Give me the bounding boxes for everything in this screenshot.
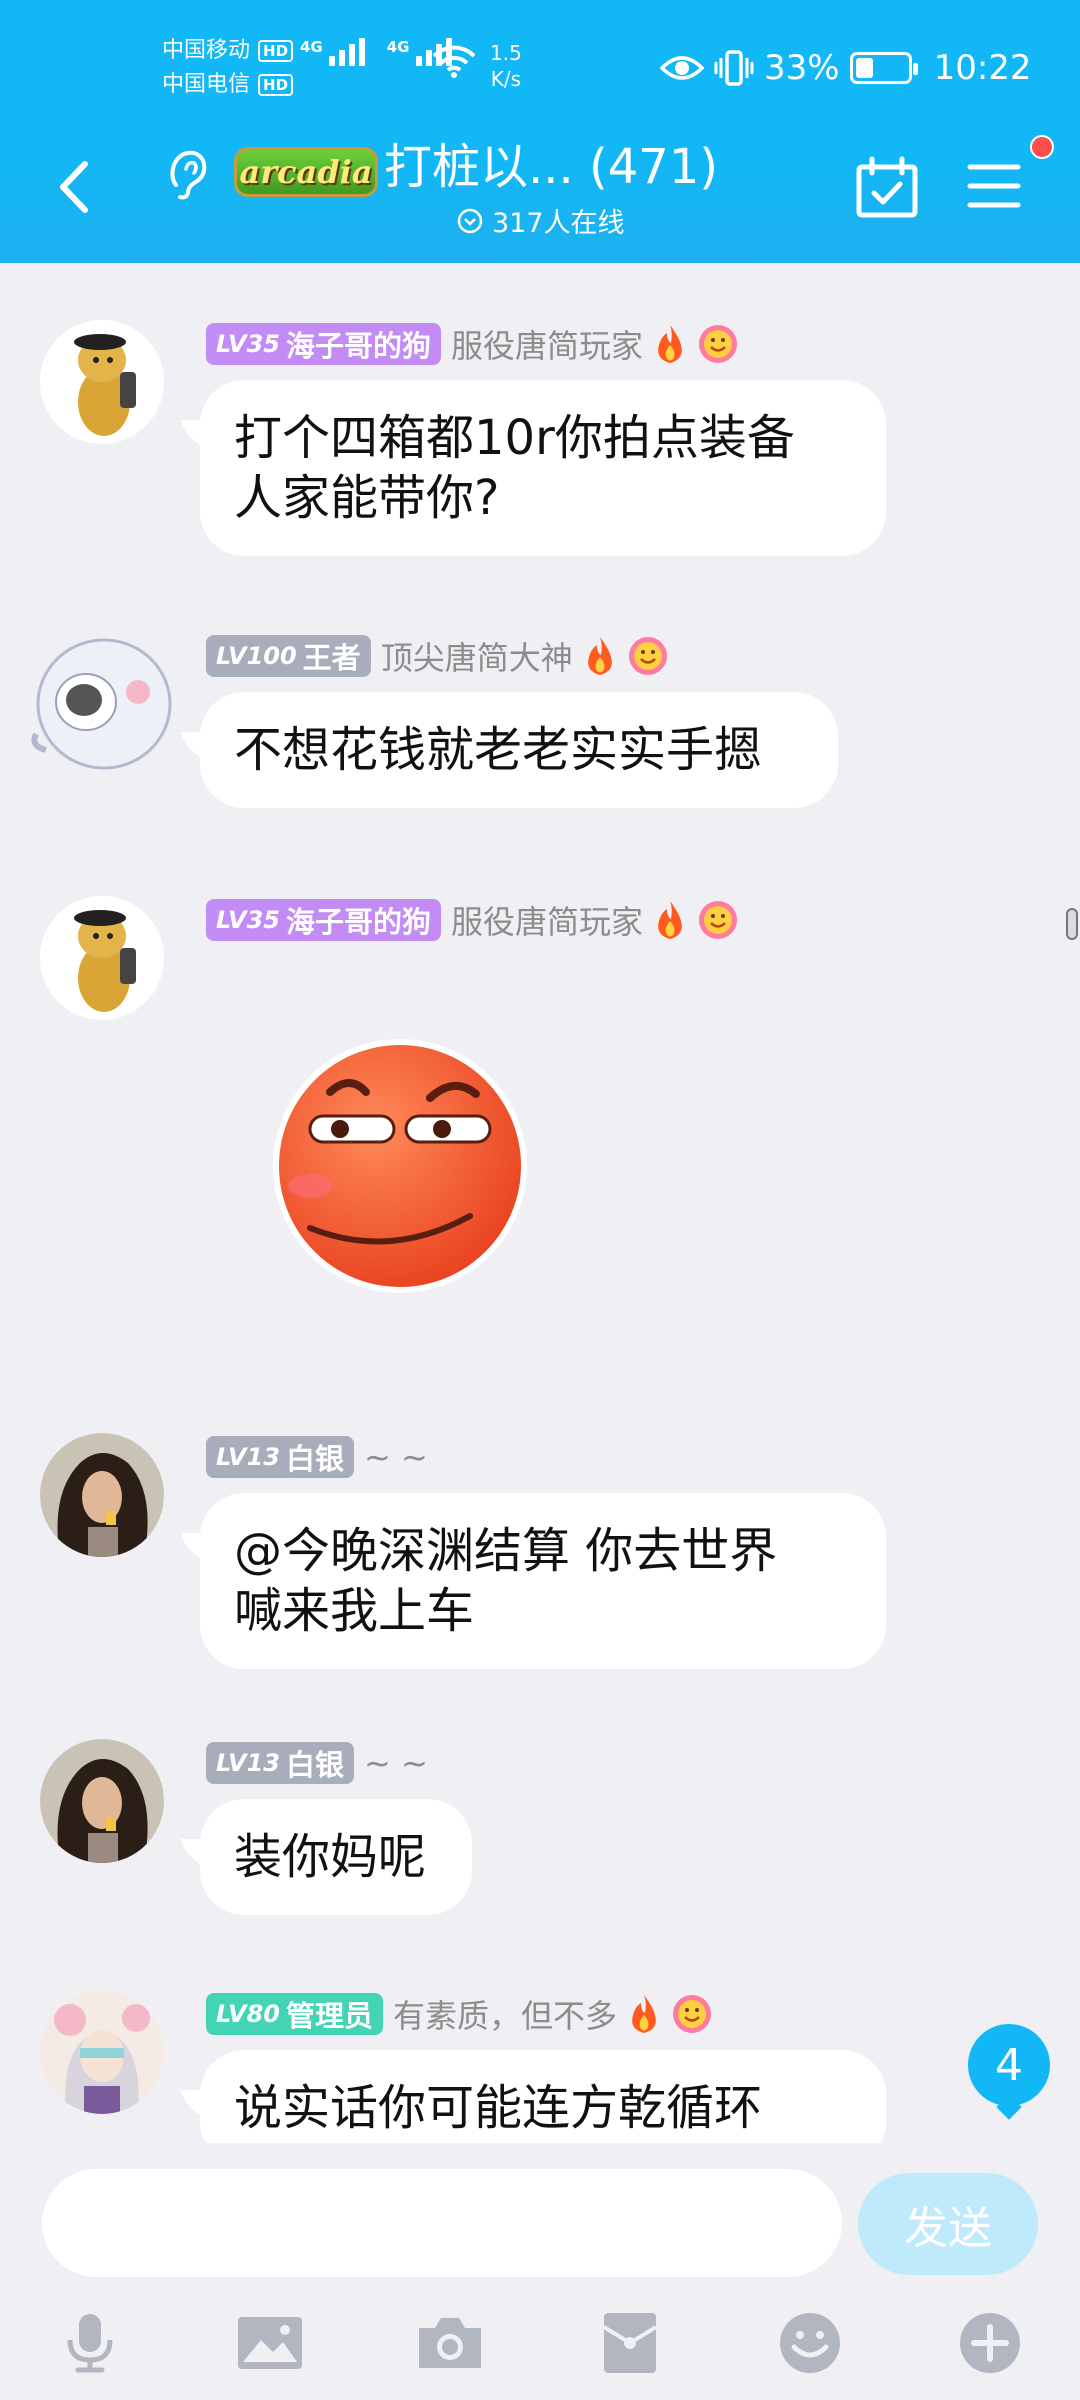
fire-icon — [632, 1995, 656, 2033]
sender-meta: LV35 海子哥的狗 服役唐简玩家 — [206, 320, 739, 368]
level-badge: LV13 白银 — [206, 1436, 354, 1478]
notification-dot — [1030, 135, 1054, 159]
menu-icon[interactable] — [966, 161, 1022, 211]
camera-icon — [419, 2318, 481, 2368]
sender-meta: LV13 白银 ~ ~ — [206, 1739, 428, 1787]
message-bubble[interactable]: 说实话你可能连方乾循环 — [200, 2050, 886, 2143]
nav-bar: arcadia 打桩以... (471) 317人在线 — [0, 135, 1080, 263]
mic-icon — [67, 2314, 113, 2373]
eye-icon — [660, 56, 704, 80]
sender-meta: LV100 王者 顶尖唐简大神 — [206, 632, 669, 680]
level-badge: LV100 王者 — [206, 635, 371, 677]
ear-icon[interactable] — [166, 147, 210, 201]
signal-strength-icon: 4G — [300, 38, 365, 66]
message-bubble[interactable]: 不想花钱就老老实实手摁 — [200, 692, 838, 808]
member-title: 服役唐简玩家 — [450, 903, 643, 941]
avatar[interactable] — [40, 1739, 164, 1863]
camera-button[interactable] — [360, 2293, 540, 2393]
red-packet-icon — [602, 2313, 658, 2373]
group-logo: arcadia — [234, 147, 378, 197]
smirk-face-sticker[interactable] — [270, 1036, 530, 1296]
input-toolbar — [0, 2293, 1080, 2400]
plus-icon — [960, 2313, 1020, 2373]
back-button[interactable] — [44, 157, 104, 217]
hd-badge: HD — [258, 40, 294, 62]
signal-group: 4G 4G — [300, 38, 452, 66]
network-speed: 1.5 K/s — [490, 41, 522, 91]
level-badge: LV35 海子哥的狗 — [206, 323, 441, 365]
send-button[interactable]: 发送 — [858, 2173, 1038, 2275]
clock: 10:22 — [933, 48, 1032, 88]
shark-avatar-icon — [31, 638, 172, 770]
image-button[interactable] — [180, 2293, 360, 2393]
smile-face-icon — [673, 1995, 711, 2033]
avatar[interactable] — [40, 1990, 164, 2114]
more-button[interactable] — [900, 2293, 1080, 2393]
avatar[interactable] — [40, 320, 164, 444]
smile-face-icon — [699, 325, 737, 363]
member-title: 服役唐简玩家 — [450, 327, 643, 365]
carrier-2: 中国电信 — [162, 72, 251, 97]
level-badge: LV13 白银 — [206, 1742, 354, 1784]
doge-avatar-icon — [40, 320, 164, 444]
member-title: 有素质，但不多 — [392, 1997, 617, 2035]
input-area: 发送 — [0, 2143, 1080, 2400]
smile-face-icon — [699, 901, 737, 939]
group-title[interactable]: 打桩以... (471) — [384, 135, 718, 199]
person-avatar-icon — [40, 1739, 164, 1863]
anime-avatar-icon — [40, 1990, 164, 2114]
header: 中国移动 HD 中国电信 HD 4G 4G 1.5 K/s 33% 10:22 … — [0, 0, 1080, 263]
member-title: ~ ~ — [363, 1744, 428, 1782]
calendar-check-icon[interactable] — [854, 155, 920, 221]
level-badge: LV35 海子哥的狗 — [206, 899, 441, 941]
carrier-1: 中国移动 — [162, 38, 251, 63]
battery-percent: 33% — [764, 48, 840, 88]
battery-icon — [849, 52, 918, 84]
scrollbar-thumb[interactable] — [1066, 908, 1078, 940]
online-count[interactable]: 317人在线 — [456, 201, 625, 240]
sender-meta: LV80 管理员 有素质，但不多 — [206, 1990, 713, 2038]
level-badge: LV80 管理员 — [206, 1993, 383, 2035]
sender-meta: LV13 白银 ~ ~ — [206, 1433, 428, 1481]
fire-icon — [658, 901, 682, 939]
avatar[interactable] — [26, 630, 176, 780]
chevron-down-circle-icon — [457, 208, 483, 233]
doge-avatar-icon — [40, 896, 164, 1020]
hd-badge: HD — [258, 74, 294, 96]
system-status: 33% 10:22 — [660, 48, 1032, 88]
wifi-icon — [432, 45, 476, 78]
fire-icon — [658, 325, 682, 363]
fire-icon — [587, 637, 612, 675]
message-bubble[interactable]: 打个四箱都10r你拍点装备 人家能带你? — [200, 380, 886, 556]
member-title: ~ ~ — [363, 1438, 428, 1476]
vibrate-icon — [714, 50, 754, 86]
message-input[interactable] — [42, 2169, 842, 2277]
voice-button[interactable] — [0, 2293, 180, 2393]
member-title: 顶尖唐简大神 — [380, 639, 573, 677]
carrier-info: 中国移动 HD 中国电信 HD — [162, 34, 294, 102]
status-bar: 中国移动 HD 中国电信 HD 4G 4G 1.5 K/s 33% 10:22 — [0, 0, 1080, 135]
avatar[interactable] — [40, 896, 164, 1020]
red-packet-button[interactable] — [540, 2293, 720, 2393]
person-avatar-icon — [40, 1433, 164, 1557]
emoji-icon — [780, 2313, 840, 2373]
message-bubble[interactable]: 装你妈呢 — [200, 1799, 472, 1915]
unread-count-bubble[interactable]: 4 — [968, 2024, 1050, 2106]
sender-meta: LV35 海子哥的狗 服役唐简玩家 — [206, 896, 739, 944]
emoji-button[interactable] — [720, 2293, 900, 2393]
smile-face-icon — [628, 637, 667, 675]
image-icon — [238, 2317, 302, 2369]
message-list[interactable]: LV35 海子哥的狗 服役唐简玩家 打个四箱都10r你拍点装备 人家能带你? L… — [0, 263, 1080, 2143]
message-bubble[interactable]: @今晚深渊结算 你去世界 喊来我上车 — [200, 1493, 886, 1669]
back-arrow-icon — [60, 161, 88, 213]
avatar[interactable] — [40, 1433, 164, 1557]
